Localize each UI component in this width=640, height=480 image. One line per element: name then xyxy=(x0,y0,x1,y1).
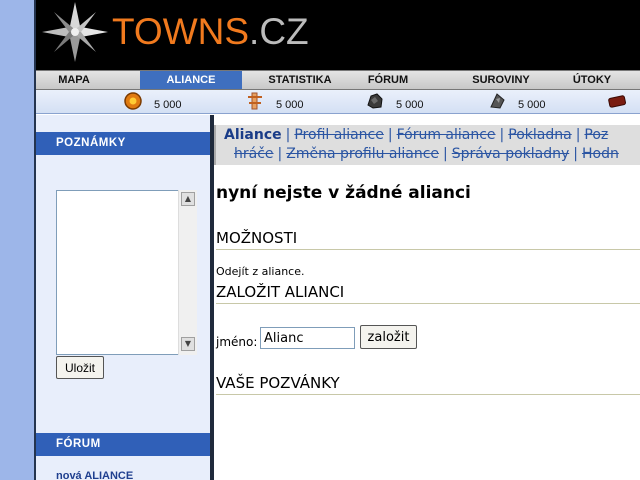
nav-utoky[interactable]: ÚTOKY xyxy=(562,71,622,89)
iron-icon xyxy=(490,93,505,109)
options-heading: MOŽNOSTI xyxy=(216,229,640,250)
subnav-aliance[interactable]: Aliance xyxy=(224,127,282,143)
left-border xyxy=(0,0,36,480)
logo-name: TOWNS xyxy=(112,11,250,52)
subnav-profil-aliance[interactable]: Profil aliance xyxy=(294,127,384,143)
resource-bar: 5 000 5 000 5 000 5 000 xyxy=(36,90,640,114)
page-title: nyní nejste v žádné alianci xyxy=(216,183,471,203)
invites-heading: VAŠE POZVÁNKY xyxy=(216,374,640,395)
sidebar: POZNÁMKY ▲ ▼ Uložit FÓRUM nová ALIANCE xyxy=(36,115,214,480)
site-header: TOWNS.CZ xyxy=(36,0,640,70)
nav-suroviny[interactable]: SUROVINY xyxy=(456,71,546,89)
forum-header: FÓRUM xyxy=(36,433,210,456)
resource-wood xyxy=(608,92,638,112)
separator: | xyxy=(499,127,505,143)
stone-icon xyxy=(367,93,383,109)
forum-link[interactable]: nová ALIANCE xyxy=(56,470,133,480)
found-alliance-heading: ZALOŽIT ALIANCI xyxy=(216,283,640,304)
subnav-row-1: Aliance | Profil aliance | Fórum aliance | Pok… xyxy=(224,127,608,143)
notes-header: POZNÁMKY xyxy=(36,132,210,155)
found-alliance-button[interactable]: založit xyxy=(360,325,417,349)
resource-stone: 5 000 xyxy=(366,92,446,112)
notes-textarea[interactable] xyxy=(56,190,197,355)
separator: | xyxy=(443,146,448,162)
nav-forum[interactable]: FÓRUM xyxy=(356,71,420,89)
main-nav: MAPA ALIANCE STATISTIKA FÓRUM SUROVINY Ú… xyxy=(36,70,640,90)
subnav-sprava-pokladny[interactable]: Správa pokladny xyxy=(452,146,570,162)
resource-food-value: 5 000 xyxy=(276,99,304,111)
logo-domain: .CZ xyxy=(249,11,309,52)
separator: | xyxy=(573,146,578,162)
leave-alliance-link[interactable]: Odejít z aliance. xyxy=(216,265,304,278)
subnav-zmena-profilu[interactable]: Změna profilu aliance xyxy=(286,146,439,162)
resource-iron: 5 000 xyxy=(488,92,568,112)
resource-gold: 5 000 xyxy=(124,92,204,112)
scroll-up-icon[interactable]: ▲ xyxy=(181,192,195,206)
subnav-pozvat[interactable]: Poz xyxy=(584,127,608,143)
save-notes-button[interactable]: Uložit xyxy=(56,356,104,379)
alliance-subnav: Aliance | Profil aliance | Fórum aliance | Pok… xyxy=(214,125,640,165)
resource-iron-value: 5 000 xyxy=(518,99,546,111)
subnav-pokladna[interactable]: Pokladna xyxy=(508,127,571,143)
gold-coin-icon xyxy=(124,92,142,110)
resource-gold-value: 5 000 xyxy=(154,99,182,111)
name-label: jméno: xyxy=(216,335,258,349)
subnav-row-2: hráče | Změna profilu aliance | Správa pokla… xyxy=(234,146,619,162)
separator: | xyxy=(387,127,393,143)
alliance-name-input[interactable] xyxy=(260,327,355,349)
site-logo[interactable]: TOWNS.CZ xyxy=(42,2,309,64)
nav-mapa[interactable]: MAPA xyxy=(36,71,112,89)
subnav-hodnosti[interactable]: Hodn xyxy=(582,146,619,162)
separator: | xyxy=(575,127,581,143)
separator: | xyxy=(277,146,283,162)
nav-aliance[interactable]: ALIANCE xyxy=(140,71,242,89)
scroll-down-icon[interactable]: ▼ xyxy=(181,337,195,351)
compass-star-icon xyxy=(42,2,108,62)
wood-icon xyxy=(608,95,626,108)
subnav-pozvat-hrace[interactable]: hráče xyxy=(234,146,274,162)
notes-scrollbar[interactable]: ▲ ▼ xyxy=(178,190,197,355)
separator: | xyxy=(285,127,291,143)
resource-food: 5 000 xyxy=(246,92,326,112)
subnav-forum-aliance[interactable]: Fórum aliance xyxy=(397,127,496,143)
nav-statistika[interactable]: STATISTIKA xyxy=(252,71,348,89)
food-icon xyxy=(248,92,262,110)
main-content: Aliance | Profil aliance | Fórum aliance | Pok… xyxy=(214,115,640,480)
logo-wordmark: TOWNS.CZ xyxy=(112,12,309,52)
resource-stone-value: 5 000 xyxy=(396,99,424,111)
